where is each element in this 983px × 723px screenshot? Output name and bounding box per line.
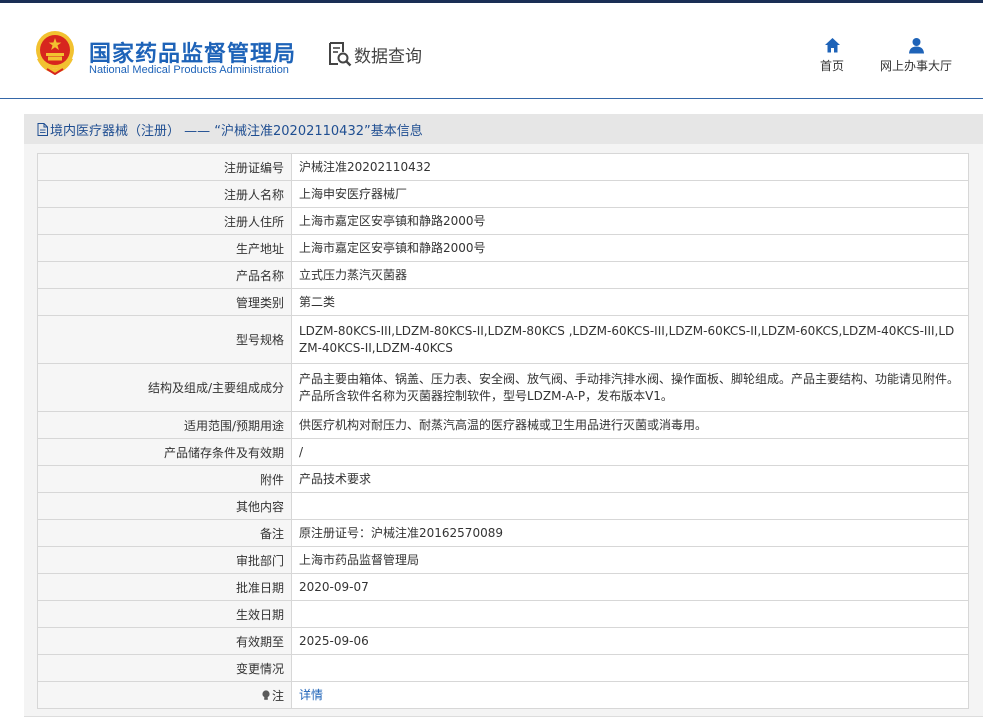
document-search-icon	[329, 42, 352, 67]
document-icon	[37, 122, 48, 136]
field-label: 管理类别	[37, 288, 292, 316]
field-label: 附件	[37, 465, 292, 493]
table-row: 适用范围/预期用途 供医疗机构对耐压力、耐蒸汽高温的医疗器械或卫生用品进行灭菌或…	[37, 411, 969, 439]
table-row: 管理类别 第二类	[37, 288, 969, 316]
table-row: 批准日期 2020-09-07	[37, 573, 969, 601]
field-value: 上海市药品监督管理局	[291, 546, 969, 574]
home-icon	[824, 38, 840, 53]
nav-home-link[interactable]: 首页	[818, 37, 846, 74]
field-value: 产品主要由箱体、锅盖、压力表、安全阀、放气阀、手动排汽排水阀、操作面板、脚轮组成…	[291, 363, 969, 412]
field-value: 供医疗机构对耐压力、耐蒸汽高温的医疗器械或卫生用品进行灭菌或消毒用。	[291, 411, 969, 439]
field-label: 注册人名称	[37, 180, 292, 208]
table-row: 产品名称 立式压力蒸汽灭菌器	[37, 261, 969, 289]
national-emblem-icon	[36, 31, 74, 75]
field-label: 变更情况	[37, 654, 292, 682]
field-value: 立式压力蒸汽灭菌器	[291, 261, 969, 289]
field-label: 型号规格	[37, 315, 292, 364]
site-subtitle: National Medical Products Administration	[89, 64, 289, 76]
table-row: 变更情况	[37, 654, 969, 682]
field-value: 产品技术要求	[291, 465, 969, 493]
table-row: 备注 原注册证号：沪械注准20162570089	[37, 519, 969, 547]
field-value	[291, 492, 969, 520]
field-label: 适用范围/预期用途	[37, 411, 292, 439]
panel-bottom-border	[24, 716, 983, 717]
header-divider	[0, 98, 983, 99]
breadcrumb: 境内医疗器械（注册） —— “沪械注准20202110432”基本信息	[24, 114, 983, 144]
field-value: 沪械注准20202110432	[291, 153, 969, 181]
field-value	[291, 600, 969, 628]
field-value: 上海申安医疗器械厂	[291, 180, 969, 208]
data-query-heading: 数据查询	[328, 41, 422, 67]
field-value: 2020-09-07	[291, 573, 969, 601]
details-link[interactable]: 详情	[299, 688, 323, 702]
field-label: 产品储存条件及有效期	[37, 438, 292, 466]
table-row: 生效日期	[37, 600, 969, 628]
field-label: 产品名称	[37, 261, 292, 289]
lightbulb-icon	[262, 689, 270, 700]
field-label: 审批部门	[37, 546, 292, 574]
field-label: 批准日期	[37, 573, 292, 601]
note-label: 注	[271, 688, 284, 703]
table-row: 结构及组成/主要组成成分 产品主要由箱体、锅盖、压力表、安全阀、放气阀、手动排汽…	[37, 363, 969, 412]
user-icon	[908, 38, 924, 54]
field-label: 注册人住所	[37, 207, 292, 235]
field-value	[291, 654, 969, 682]
site-header: 国家药品监督管理局 National Medical Products Admi…	[0, 3, 983, 98]
table-row: 注 详情	[37, 681, 969, 709]
field-value: 上海市嘉定区安亭镇和静路2000号	[291, 234, 969, 262]
breadcrumb-text: 境内医疗器械（注册） —— “沪械注准20202110432”基本信息	[50, 123, 423, 139]
field-label: 有效期至	[37, 627, 292, 655]
table-row: 注册人住所 上海市嘉定区安亭镇和静路2000号	[37, 207, 969, 235]
table-row: 审批部门 上海市药品监督管理局	[37, 546, 969, 574]
field-value: LDZM-80KCS-III,LDZM-80KCS-II,LDZM-80KCS …	[291, 315, 969, 364]
table-row: 有效期至 2025-09-06	[37, 627, 969, 655]
field-label: 生效日期	[37, 600, 292, 628]
field-value: 第二类	[291, 288, 969, 316]
field-value: 上海市嘉定区安亭镇和静路2000号	[291, 207, 969, 235]
table-row: 注册证编号 沪械注准20202110432	[37, 153, 969, 181]
field-label: 其他内容	[37, 492, 292, 520]
field-label: 备注	[37, 519, 292, 547]
field-value: 原注册证号：沪械注准20162570089	[291, 519, 969, 547]
field-value: /	[291, 438, 969, 466]
field-value: 2025-09-06	[291, 627, 969, 655]
table-row: 注册人名称 上海申安医疗器械厂	[37, 180, 969, 208]
table-row: 产品储存条件及有效期 /	[37, 438, 969, 466]
table-row: 其他内容	[37, 492, 969, 520]
table-row: 附件 产品技术要求	[37, 465, 969, 493]
field-label: 注册证编号	[37, 153, 292, 181]
nav-online-service-hall-label: 网上办事大厅	[879, 59, 952, 73]
field-label: 生产地址	[37, 234, 292, 262]
table-row: 型号规格 LDZM-80KCS-III,LDZM-80KCS-II,LDZM-8…	[37, 315, 969, 364]
note-value: 详情	[291, 681, 969, 709]
nav-home-label: 首页	[819, 59, 844, 73]
device-info-table: 注册证编号 沪械注准20202110432 注册人名称 上海申安医疗器械厂 注册…	[37, 153, 969, 709]
table-row: 生产地址 上海市嘉定区安亭镇和静路2000号	[37, 234, 969, 262]
data-query-label: 数据查询	[354, 46, 422, 67]
field-label: 结构及组成/主要组成成分	[37, 363, 292, 412]
nav-online-service-hall-link[interactable]: 网上办事大厅	[878, 37, 954, 74]
note-label-cell: 注	[37, 681, 292, 709]
